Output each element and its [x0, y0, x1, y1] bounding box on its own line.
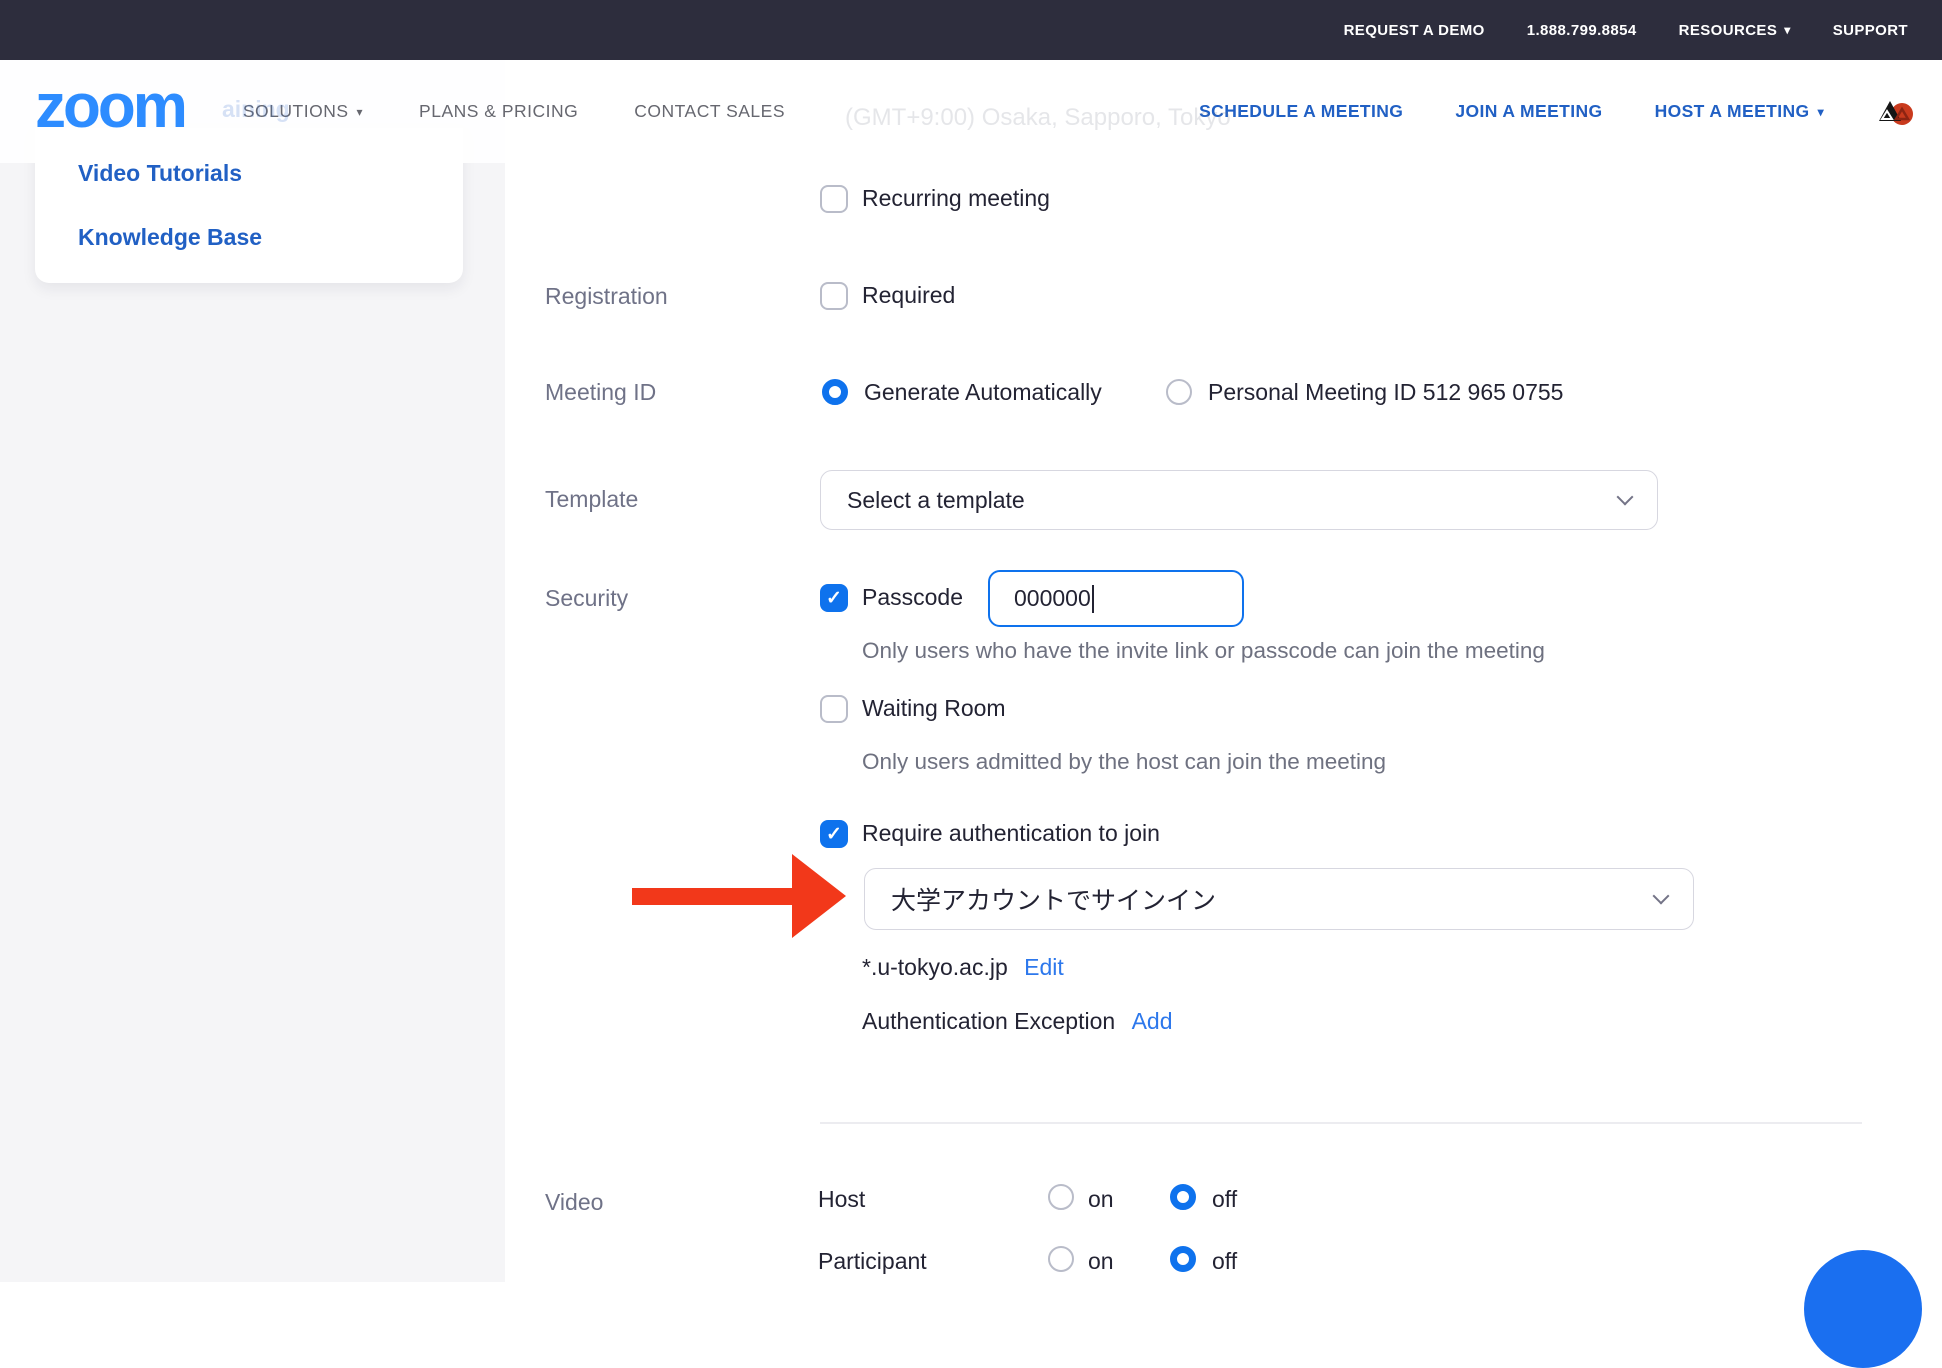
waiting-room-checkbox[interactable] [820, 695, 848, 723]
nav-schedule-meeting[interactable]: SCHEDULE A MEETING [1199, 101, 1403, 122]
passcode-checkbox[interactable]: ✓ [820, 584, 848, 612]
security-label: Security [545, 585, 628, 612]
primary-nav: SOLUTIONS▾ PLANS & PRICING CONTACT SALES [243, 101, 785, 122]
nav-solutions[interactable]: SOLUTIONS▾ [243, 101, 363, 122]
passcode-label: Passcode [862, 584, 963, 611]
auth-domain-value: *.u-tokyo.ac.jp [862, 954, 1008, 980]
recurring-meeting-label: Recurring meeting [862, 185, 1050, 212]
waiting-room-label: Waiting Room [862, 695, 1006, 722]
chevron-down-icon: ▾ [1784, 24, 1790, 36]
nav-join-meeting[interactable]: JOIN A MEETING [1455, 101, 1602, 122]
phone-number-link[interactable]: 1.888.799.8854 [1527, 22, 1637, 39]
recurring-meeting-checkbox[interactable] [820, 185, 848, 213]
meeting-id-personal-radio[interactable] [1166, 379, 1192, 405]
registration-required-label: Required [862, 282, 955, 309]
nav-host-meeting[interactable]: HOST A MEETING▾ [1655, 101, 1824, 122]
chevron-down-icon: ▾ [357, 106, 364, 118]
meeting-id-label: Meeting ID [545, 379, 656, 406]
auth-exception-row: Authentication Exception Add [862, 1008, 1173, 1035]
arrow-shaft [632, 888, 794, 905]
auth-exception-label: Authentication Exception [862, 1008, 1115, 1034]
video-participant-off-radio[interactable] [1170, 1246, 1196, 1272]
auth-method-select[interactable]: 大学アカウントでサインイン [864, 868, 1694, 930]
avatar-image [1876, 92, 1916, 132]
text-caret [1092, 585, 1094, 613]
template-label: Template [545, 486, 638, 513]
help-floating-button[interactable] [1804, 1250, 1922, 1368]
video-host-off-label: off [1212, 1186, 1237, 1213]
passcode-help-text: Only users who have the invite link or p… [862, 638, 1545, 664]
video-host-on-label: on [1088, 1186, 1114, 1213]
waiting-room-help-text: Only users admitted by the host can join… [862, 749, 1386, 775]
passcode-input[interactable]: 000000 [988, 570, 1244, 627]
video-participant-label: Participant [818, 1248, 927, 1275]
support-link[interactable]: SUPPORT [1833, 22, 1908, 39]
meeting-id-generate-label: Generate Automatically [864, 379, 1102, 406]
auth-exception-add-link[interactable]: Add [1132, 1008, 1173, 1034]
registration-label: Registration [545, 283, 668, 310]
meeting-id-generate-radio[interactable] [822, 379, 848, 405]
chevron-down-icon [1617, 489, 1634, 506]
meeting-id-personal-label: Personal Meeting ID 512 965 0755 [1208, 379, 1563, 406]
main-header: zoom SOLUTIONS▾ PLANS & PRICING CONTACT … [0, 60, 1942, 163]
meeting-nav: SCHEDULE A MEETING JOIN A MEETING HOST A… [1199, 92, 1916, 132]
nav-plans-pricing[interactable]: PLANS & PRICING [419, 101, 578, 122]
template-select-value: Select a template [821, 487, 1025, 514]
template-select[interactable]: Select a template [820, 470, 1658, 530]
request-demo-link[interactable]: REQUEST A DEMO [1344, 22, 1485, 39]
registration-required-checkbox[interactable] [820, 282, 848, 310]
resources-menu[interactable]: RESOURCES▾ [1679, 22, 1791, 39]
zoom-logo[interactable]: zoom [35, 76, 185, 148]
video-host-off-radio[interactable] [1170, 1184, 1196, 1210]
auth-domain-row: *.u-tokyo.ac.jp Edit [862, 954, 1064, 981]
auth-domain-edit-link[interactable]: Edit [1024, 954, 1064, 980]
red-annotation-arrow [632, 854, 846, 938]
auth-method-select-value: 大学アカウントでサインイン [865, 881, 1216, 917]
profile-avatar[interactable] [1876, 92, 1916, 132]
video-label: Video [545, 1189, 603, 1216]
chevron-down-icon [1653, 888, 1670, 905]
check-icon: ✓ [826, 587, 842, 610]
video-participant-on-label: on [1088, 1248, 1114, 1275]
passcode-value: 000000 [1014, 585, 1091, 612]
video-host-on-radio[interactable] [1048, 1184, 1074, 1210]
utility-topbar: REQUEST A DEMO 1.888.799.8854 RESOURCES▾… [0, 0, 1942, 60]
schedule-meeting-form: Recurring meeting Registration Required … [0, 0, 1942, 1282]
video-participant-on-radio[interactable] [1048, 1246, 1074, 1272]
check-icon: ✓ [826, 823, 842, 846]
section-divider [820, 1122, 1862, 1124]
require-auth-checkbox[interactable]: ✓ [820, 820, 848, 848]
nav-contact-sales[interactable]: CONTACT SALES [634, 101, 785, 122]
require-auth-label: Require authentication to join [862, 820, 1160, 847]
video-host-label: Host [818, 1186, 865, 1213]
arrow-head [792, 854, 846, 938]
chevron-down-icon: ▾ [1818, 106, 1824, 118]
video-participant-off-label: off [1212, 1248, 1237, 1275]
